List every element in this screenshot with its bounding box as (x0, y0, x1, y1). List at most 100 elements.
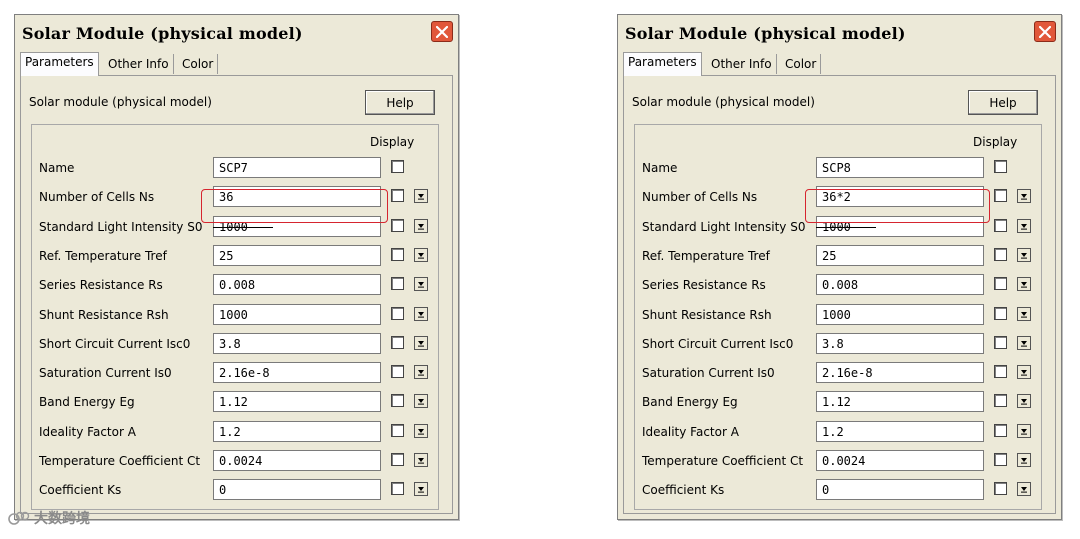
title-bar[interactable]: Solar Module (physical model) (15, 15, 458, 51)
param-value-field[interactable]: 0 (213, 479, 381, 501)
display-checkbox[interactable] (994, 218, 1007, 232)
close-button[interactable] (431, 21, 453, 42)
param-value-field[interactable]: 1000 (816, 303, 984, 325)
close-button[interactable] (1034, 21, 1056, 42)
param-value-field[interactable]: 1.2 (816, 420, 984, 442)
chevron-down-icon (418, 282, 424, 288)
display-checkbox[interactable] (391, 218, 404, 232)
display-dropdown-button[interactable] (414, 482, 428, 497)
display-checkbox[interactable] (994, 482, 1007, 496)
display-dropdown-button[interactable] (1017, 394, 1031, 409)
display-dropdown-button[interactable] (1017, 247, 1031, 262)
display-checkbox[interactable] (391, 277, 404, 291)
tab-color[interactable]: Color (781, 54, 822, 74)
param-value-field[interactable]: 1.2 (213, 420, 381, 442)
param-value-field[interactable]: 1000 (213, 303, 381, 325)
param-value-field[interactable]: SCP8 (816, 157, 984, 178)
help-button[interactable]: Help (968, 90, 1038, 115)
chevron-down-icon (418, 458, 424, 464)
display-dropdown-button[interactable] (414, 335, 428, 350)
param-value-field[interactable]: 0.0024 (816, 450, 984, 471)
parameters-group: Display Name SCP7 Number of Cells Ns 36 Stan… (31, 124, 439, 510)
chevron-down-icon (1021, 428, 1027, 435)
display-checkbox[interactable] (391, 482, 404, 496)
strike-line (213, 226, 273, 228)
display-checkbox[interactable] (994, 453, 1007, 466)
param-value-field[interactable]: 25 (816, 244, 984, 266)
display-dropdown-button[interactable] (414, 453, 428, 467)
chevron-down-icon (418, 370, 424, 376)
tab-other-info[interactable]: Other Info (104, 54, 174, 74)
param-label: Ideality Factor A (642, 424, 739, 439)
display-dropdown-button[interactable] (1017, 453, 1031, 467)
tab-other-info[interactable]: Other Info (707, 54, 777, 74)
chevron-down-icon (1021, 399, 1027, 405)
display-dropdown-button[interactable] (1017, 189, 1031, 204)
display-checkbox[interactable] (994, 423, 1007, 437)
param-label: Coefficient Ks (642, 483, 725, 498)
display-dropdown-button[interactable] (1017, 335, 1031, 350)
display-checkbox[interactable] (391, 453, 404, 466)
display-dropdown-button[interactable] (414, 423, 428, 438)
display-checkbox[interactable] (391, 189, 404, 203)
param-value-field[interactable]: 2.16e-8 (213, 362, 381, 384)
tab-color[interactable]: Color (178, 54, 219, 74)
display-checkbox[interactable] (391, 365, 404, 379)
display-dropdown-button[interactable] (1017, 423, 1031, 438)
param-label: Saturation Current Is0 (642, 366, 775, 381)
param-value-field[interactable]: 1.12 (816, 391, 984, 413)
display-dropdown-button[interactable] (414, 189, 428, 204)
display-checkbox[interactable] (391, 394, 404, 408)
param-row: Temperature Coefficient Ct 0.0024 (32, 450, 438, 472)
display-checkbox[interactable] (994, 277, 1007, 291)
param-value-field[interactable]: 0.008 (213, 274, 381, 296)
display-dropdown-button[interactable] (414, 365, 428, 380)
param-value-field[interactable]: 3.8 (816, 332, 984, 354)
param-value-field[interactable]: 0.0024 (213, 450, 381, 471)
display-checkbox[interactable] (994, 365, 1007, 379)
tab-parameters[interactable]: Parameters (623, 52, 702, 76)
display-checkbox[interactable] (994, 394, 1007, 408)
display-dropdown-button[interactable] (414, 306, 428, 321)
display-checkbox[interactable] (391, 306, 404, 320)
title-bar[interactable]: Solar Module (physical model) (618, 15, 1061, 51)
param-label: Series Resistance Rs (39, 278, 163, 293)
display-dropdown-button[interactable] (1017, 482, 1031, 497)
param-row: Series Resistance Rs 0.008 (32, 274, 438, 296)
param-value-field[interactable]: 0.008 (816, 274, 984, 296)
param-label: Temperature Coefficient Ct (642, 454, 804, 468)
display-checkbox[interactable] (391, 160, 404, 173)
display-checkbox[interactable] (391, 247, 404, 261)
display-checkbox[interactable] (391, 335, 404, 349)
display-checkbox[interactable] (994, 189, 1007, 203)
display-dropdown-button[interactable] (1017, 306, 1031, 321)
param-label: Short Circuit Current Isc0 (642, 336, 794, 351)
display-checkbox[interactable] (994, 335, 1007, 349)
param-value-field[interactable]: 0 (816, 479, 984, 501)
chevron-down-icon (418, 311, 424, 318)
param-row: Name SCP7 (32, 157, 438, 179)
display-checkbox[interactable] (391, 423, 404, 437)
display-dropdown-button[interactable] (414, 394, 428, 409)
solar-module-dialog-right: Solar Module (physical model) Parameters… (617, 14, 1062, 520)
param-value-field[interactable]: SCP7 (213, 157, 381, 178)
display-checkbox[interactable] (994, 160, 1007, 173)
param-value-field[interactable]: 2.16e-8 (816, 362, 984, 384)
chevron-down-icon (418, 340, 424, 347)
tab-parameters[interactable]: Parameters (20, 52, 99, 76)
param-value-field[interactable]: 3.8 (213, 332, 381, 354)
display-dropdown-button[interactable] (414, 218, 428, 233)
param-value-field[interactable]: 25 (213, 244, 381, 266)
chevron-down-icon (1021, 194, 1027, 200)
param-row: Saturation Current Is0 2.16e-8 (32, 362, 438, 384)
display-dropdown-button[interactable] (1017, 277, 1031, 292)
param-value-field[interactable]: 1.12 (213, 391, 381, 413)
display-dropdown-button[interactable] (414, 247, 428, 262)
display-dropdown-button[interactable] (414, 277, 428, 292)
display-checkbox[interactable] (994, 306, 1007, 320)
help-button[interactable]: Help (365, 90, 435, 115)
display-dropdown-button[interactable] (1017, 218, 1031, 233)
display-checkbox[interactable] (994, 247, 1007, 261)
param-row: Band Energy Eg 1.12 (635, 391, 1041, 413)
display-dropdown-button[interactable] (1017, 365, 1031, 380)
